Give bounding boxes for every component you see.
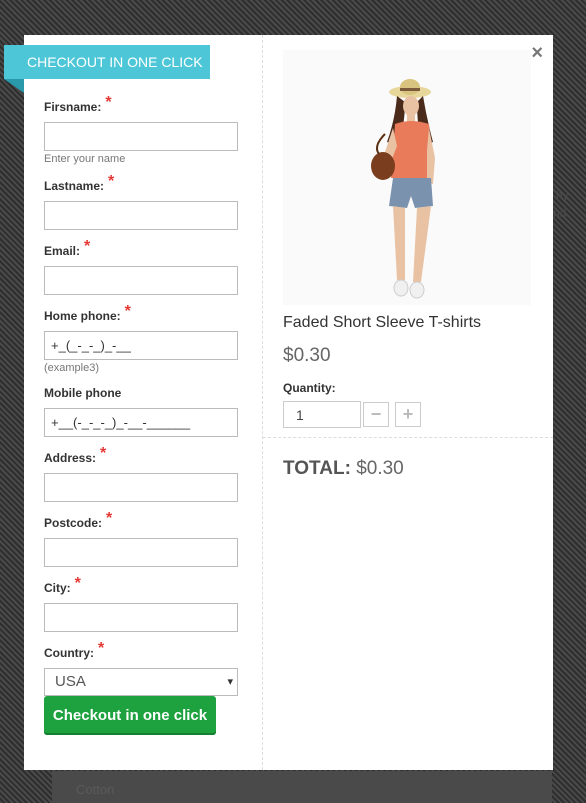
- home-phone-hint: (example3): [44, 362, 100, 374]
- required-marker: *: [105, 94, 112, 111]
- order-total: TOTAL: $0.30: [283, 458, 404, 480]
- checkout-modal: × CHECKOUT IN ONE CLICK Firsname: * Enter…: [4, 35, 553, 770]
- home-phone-label: Home phone: *: [44, 303, 131, 323]
- email-input[interactable]: [44, 266, 238, 295]
- close-icon[interactable]: ×: [531, 43, 543, 63]
- background-text-fragment: hy: [556, 188, 569, 202]
- lastname-field: Lastname: *: [44, 173, 238, 230]
- quantity-increase-button[interactable]: +: [395, 402, 421, 427]
- quantity-input[interactable]: [283, 401, 361, 428]
- lastname-label: Lastname: *: [44, 173, 115, 193]
- mobile-phone-field: Mobile phone: [44, 386, 238, 437]
- required-marker: *: [74, 575, 81, 592]
- ribbon-fold: [4, 79, 24, 93]
- postcode-label: Postcode: *: [44, 510, 113, 530]
- postcode-field: Postcode: *: [44, 510, 238, 567]
- total-value: $0.30: [356, 458, 404, 479]
- mobile-phone-input[interactable]: [44, 408, 238, 437]
- required-marker: *: [124, 303, 131, 320]
- product-price: $0.30: [283, 345, 331, 366]
- firstname-field: Firsname: * Enter your name: [44, 94, 238, 165]
- quantity-label: Quantity:: [283, 381, 336, 395]
- required-marker: *: [106, 510, 113, 527]
- country-select[interactable]: USA ▾: [44, 668, 238, 696]
- postcode-input[interactable]: [44, 538, 238, 567]
- required-marker: *: [100, 445, 107, 462]
- email-field: Email: *: [44, 238, 238, 295]
- address-input[interactable]: [44, 473, 238, 502]
- email-label: Email: *: [44, 238, 91, 258]
- checkout-button[interactable]: Checkout in one click: [44, 696, 216, 735]
- mobile-phone-label: Mobile phone: [44, 386, 122, 400]
- required-marker: *: [98, 640, 105, 657]
- country-selected-value: USA: [55, 673, 86, 690]
- product-name[interactable]: Faded Short Sleeve T-shirts: [283, 314, 481, 332]
- firstname-label: Firsname: *: [44, 94, 112, 114]
- country-field: Country: * USA ▾: [44, 640, 238, 696]
- firstname-input[interactable]: [44, 122, 238, 151]
- home-phone-field: Home phone:* (example3): [44, 303, 238, 374]
- required-marker: *: [108, 173, 115, 190]
- total-label: TOTAL:: [283, 458, 351, 479]
- country-label: Country: *: [44, 640, 105, 660]
- section-divider: [263, 437, 553, 438]
- city-field: City: *: [44, 575, 238, 632]
- firstname-hint: Enter your name: [44, 153, 126, 165]
- city-input[interactable]: [44, 603, 238, 632]
- product-image: [283, 50, 531, 305]
- address-label: Address: *: [44, 445, 107, 465]
- home-phone-input[interactable]: [44, 331, 238, 360]
- column-divider: [262, 35, 263, 770]
- quantity-decrease-button[interactable]: −: [363, 402, 389, 427]
- checkout-form: Firsname: * Enter your name Lastname: * Em…: [44, 94, 238, 696]
- background-footer-strip: [52, 771, 552, 803]
- background-text-fragment: nd: [553, 206, 567, 220]
- background-footer-item: Cotton: [76, 782, 115, 797]
- lastname-input[interactable]: [44, 201, 238, 230]
- chevron-down-icon: ▾: [227, 676, 233, 688]
- required-marker: *: [84, 238, 91, 255]
- city-label: City: *: [44, 575, 81, 595]
- address-field: Address: *: [44, 445, 238, 502]
- modal-title: CHECKOUT IN ONE CLICK: [4, 45, 210, 79]
